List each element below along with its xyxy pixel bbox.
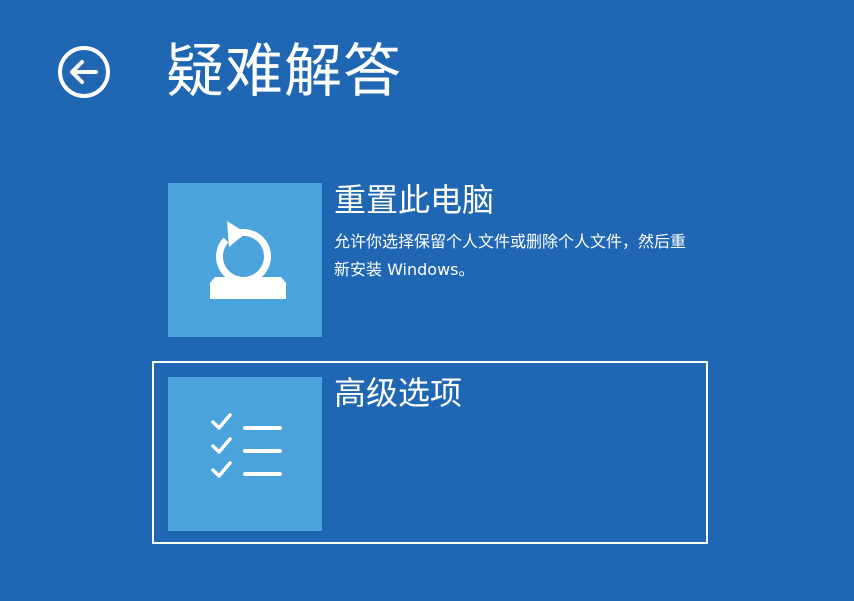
option-title: 高级选项 [334, 374, 463, 412]
option-advanced-options[interactable]: 高级选项 [152, 361, 708, 544]
option-description: 允许你选择保留个人文件或删除个人文件，然后重新安装 Windows。 [334, 232, 687, 279]
back-button[interactable] [56, 44, 112, 100]
option-title: 重置此电脑 [334, 181, 495, 219]
back-arrow-icon [58, 46, 110, 98]
option-tile [168, 377, 322, 531]
page-title: 疑难解答 [166, 37, 403, 105]
troubleshoot-screen: 疑难解答 重置此电脑 允许你选择保留个人文件或删除个人文件，然后重新安装 Win… [0, 0, 854, 601]
option-reset-pc[interactable]: 重置此电脑 允许你选择保留个人文件或删除个人文件，然后重新安装 Windows。 [166, 180, 706, 340]
checklist-icon [211, 413, 282, 478]
option-tile [168, 183, 322, 337]
reset-pc-icon [210, 221, 286, 299]
